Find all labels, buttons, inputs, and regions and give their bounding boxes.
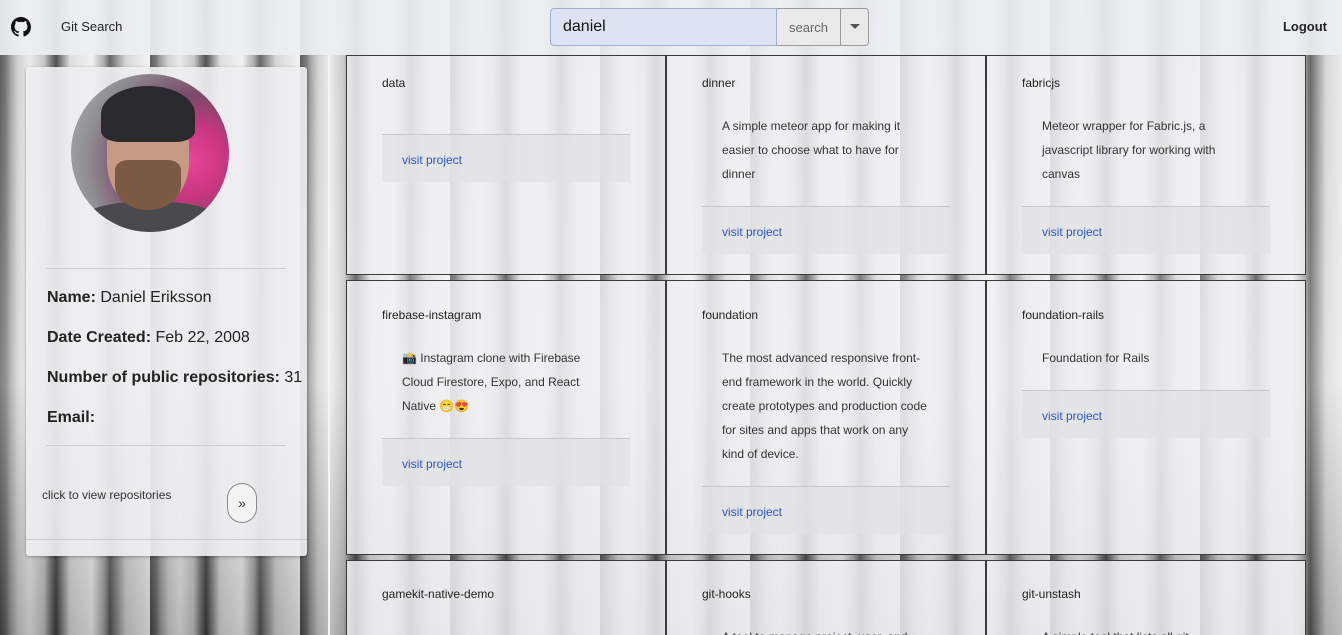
repo-footer: visit project — [382, 438, 630, 486]
brand-title[interactable]: Git Search — [61, 19, 122, 34]
repo-title: gamekit-native-demo — [382, 587, 495, 601]
repo-footer: visit project — [702, 206, 950, 254]
repo-card: firebase-instagram 📸 Instagram clone wit… — [346, 280, 666, 555]
repo-footer: visit project — [702, 486, 950, 534]
repo-description: Meteor wrapper for Fabric.js, a javascri… — [1042, 119, 1216, 181]
repo-footer: visit project — [1022, 390, 1270, 438]
email-label: Email: — [47, 409, 96, 426]
repo-title: git-hooks — [702, 587, 751, 601]
repo-card: dinner A simple meteor app for making it… — [666, 55, 986, 275]
divider — [46, 445, 286, 446]
repo-card: git-hooks A tool to manage project, user… — [666, 560, 986, 635]
repo-description: A simple tool that lists all git — [1042, 625, 1252, 635]
repo-card: foundation-rails Foundation for Rails vi… — [986, 280, 1306, 555]
avatar-hat — [101, 86, 195, 142]
double-chevron-right-icon: » — [238, 495, 246, 511]
divider — [26, 539, 307, 540]
profile-card: Name: Daniel Eriksson Date Created: Feb … — [26, 67, 307, 556]
visit-project-link[interactable]: visit project — [1042, 409, 1102, 423]
logout-button[interactable]: Logout — [1283, 19, 1327, 34]
search-group: search — [550, 8, 869, 46]
panel-divider — [328, 55, 330, 635]
repo-title: git-unstash — [1022, 587, 1081, 601]
avatar — [71, 74, 229, 232]
repo-title: data — [382, 76, 406, 90]
github-icon[interactable] — [11, 17, 31, 37]
repo-card: fabricjs Meteor wrapper for Fabric.js, a… — [986, 55, 1306, 275]
name-value: Daniel Eriksson — [100, 289, 212, 306]
search-input[interactable] — [550, 8, 777, 46]
date-value: Feb 22, 2008 — [155, 329, 250, 346]
visit-project-link[interactable]: visit project — [722, 505, 782, 519]
search-button[interactable]: search — [777, 8, 841, 46]
repo-card: gamekit-native-demo — [346, 560, 666, 635]
repo-title: foundation-rails — [1022, 308, 1105, 322]
repo-title: fabricjs — [1022, 76, 1061, 90]
divider — [46, 268, 286, 269]
visit-project-link[interactable]: visit project — [1042, 225, 1102, 239]
repo-description: The most advanced responsive front-end f… — [722, 351, 927, 461]
repo-card: data visit project — [346, 55, 666, 275]
repo-footer: visit project — [1022, 206, 1270, 254]
top-nav-bar: Git Search search Logout — [0, 0, 1342, 55]
profile-date-created: Date Created: Feb 22, 2008 — [47, 329, 250, 347]
profile-repo-count: Number of public repositories: 31 — [47, 369, 302, 387]
visit-project-link[interactable]: visit project — [402, 457, 462, 471]
date-label: Date Created: — [47, 329, 152, 346]
search-options-dropdown[interactable] — [841, 8, 869, 46]
view-repositories-text: click to view repositories — [42, 488, 172, 502]
visit-project-link[interactable]: visit project — [402, 153, 462, 167]
repo-card: git-unstash A simple tool that lists all… — [986, 560, 1306, 635]
view-repositories-button[interactable]: » — [227, 483, 257, 523]
repos-label: Number of public repositories: — [47, 369, 280, 386]
repos-value: 31 — [284, 369, 303, 386]
avatar-beard — [115, 160, 181, 210]
repo-title: firebase-instagram — [382, 308, 482, 322]
profile-name: Name: Daniel Eriksson — [47, 289, 212, 307]
repo-description: Foundation for Rails — [1042, 351, 1150, 365]
name-label: Name: — [47, 289, 96, 306]
repo-description: 📸 Instagram clone with Firebase Cloud Fi… — [402, 351, 581, 413]
repo-title: dinner — [702, 76, 736, 90]
repo-footer: visit project — [382, 134, 630, 182]
caret-down-icon — [850, 24, 860, 29]
visit-project-link[interactable]: visit project — [722, 225, 782, 239]
profile-email: Email: — [47, 409, 95, 427]
repo-description: A simple meteor app for making it easier… — [722, 119, 901, 181]
repo-card: foundation The most advanced responsive … — [666, 280, 986, 555]
repo-title: foundation — [702, 308, 759, 322]
repo-description: A tool to manage project, user, and — [722, 625, 932, 635]
